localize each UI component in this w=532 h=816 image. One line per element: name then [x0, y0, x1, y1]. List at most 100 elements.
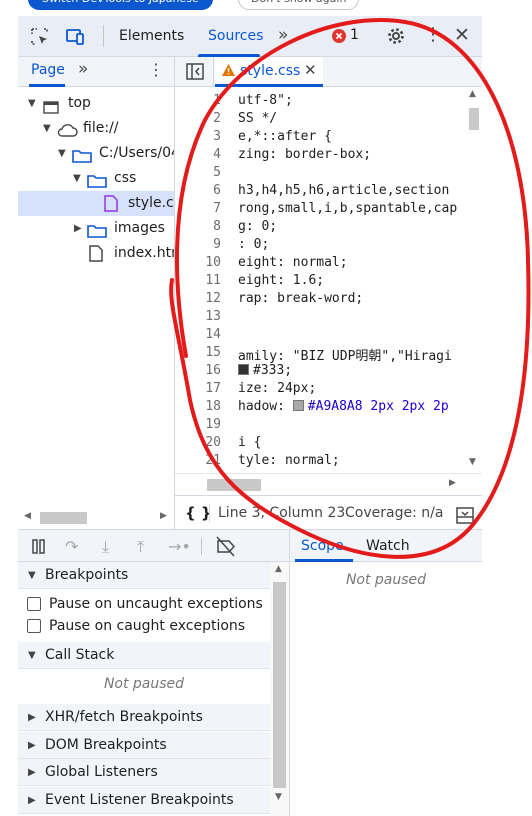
- collapsed-triangle-icon[interactable]: ▶: [28, 787, 36, 814]
- code-line[interactable]: utf-8";: [238, 93, 293, 108]
- line-number[interactable]: 1: [175, 93, 221, 108]
- close-devtools-icon[interactable]: ✕: [454, 24, 470, 46]
- error-count[interactable]: 1: [350, 27, 359, 43]
- pause-uncaught-option[interactable]: Pause on uncaught exceptions: [18, 593, 270, 615]
- expand-triangle-icon[interactable]: ▼: [73, 166, 81, 191]
- code-line[interactable]: SS */: [238, 111, 277, 126]
- code-line[interactable]: #333;: [238, 363, 292, 378]
- scroll-down-icon[interactable]: ▼: [469, 457, 476, 467]
- settings-gear-icon[interactable]: [386, 26, 406, 50]
- line-number[interactable]: 4: [175, 147, 221, 162]
- scroll-right-icon[interactable]: ▶: [449, 478, 456, 488]
- line-number[interactable]: 9: [175, 237, 221, 252]
- pause-caught-checkbox[interactable]: [27, 619, 41, 633]
- tree-item-top[interactable]: ▼ top: [18, 91, 174, 116]
- navigator-menu-icon[interactable]: ⋮: [148, 60, 164, 79]
- tree-item-style-css[interactable]: style.css: [18, 191, 174, 216]
- scroll-right-icon[interactable]: ▶: [160, 511, 167, 521]
- toggle-navigator-icon[interactable]: [186, 63, 204, 84]
- line-number[interactable]: 5: [175, 165, 221, 180]
- expand-triangle-icon[interactable]: ▼: [28, 642, 36, 669]
- code-line[interactable]: zing: border-box;: [238, 147, 371, 162]
- line-number[interactable]: 16: [175, 363, 221, 378]
- step-into-icon[interactable]: ⤓: [102, 530, 109, 563]
- dont-show-again-button[interactable]: Don't show again: [238, 0, 360, 10]
- pretty-print-icon[interactable]: { }: [185, 496, 212, 530]
- event-listener-breakpoints-section-header[interactable]: ▶ Event Listener Breakpoints: [18, 787, 270, 814]
- scroll-up-icon[interactable]: ▲: [275, 564, 282, 574]
- code-line[interactable]: tyle: normal;: [238, 453, 340, 468]
- code-line[interactable]: g: 0;: [238, 219, 277, 234]
- tab-style-css[interactable]: style.css ✕: [215, 57, 323, 87]
- line-number[interactable]: 12: [175, 291, 221, 306]
- scrollbar-thumb[interactable]: [207, 479, 261, 491]
- xhr-breakpoints-section-header[interactable]: ▶ XHR/fetch Breakpoints: [18, 704, 270, 731]
- tree-item-users-folder[interactable]: ▼ C:/Users/04: [18, 141, 174, 166]
- code-line[interactable]: : 0;: [238, 237, 269, 252]
- line-number[interactable]: 7: [175, 201, 221, 216]
- code-line[interactable]: rap: break-word;: [238, 291, 363, 306]
- code-editor[interactable]: 1 2 3 4 5 6 7 8 9 10 11 12 13 14 15 16 17 18 19 20 21 utf-8"…: [175, 87, 482, 473]
- line-number[interactable]: 21: [175, 453, 221, 468]
- step-out-icon[interactable]: ⤒: [137, 530, 144, 563]
- line-number[interactable]: 18: [175, 399, 221, 414]
- tab-sources[interactable]: Sources: [208, 16, 263, 57]
- more-options-icon[interactable]: ⋮: [424, 24, 442, 45]
- tab-watch[interactable]: Watch: [366, 530, 410, 562]
- deactivate-breakpoints-icon[interactable]: [215, 530, 237, 563]
- line-number[interactable]: 6: [175, 183, 221, 198]
- code-line[interactable]: amily: "BIZ UDP明朝","Hiragi: [238, 345, 452, 364]
- line-number[interactable]: 10: [175, 255, 221, 270]
- tree-item-images-folder[interactable]: ▶ images: [18, 216, 174, 241]
- error-icon[interactable]: [332, 29, 346, 43]
- tree-item-index-html[interactable]: index.html: [18, 241, 174, 266]
- step-over-icon[interactable]: ↷: [65, 530, 78, 563]
- inspect-element-icon[interactable]: [30, 27, 50, 51]
- navigator-horizontal-scrollbar[interactable]: ◀ ▶: [18, 507, 174, 529]
- line-number[interactable]: 17: [175, 381, 221, 396]
- code-line[interactable]: h3,h4,h5,h6,article,section: [238, 183, 449, 198]
- editor-vertical-scrollbar[interactable]: ▲ ▼: [465, 87, 482, 473]
- more-tabs-icon[interactable]: »: [278, 25, 288, 45]
- tree-item-file-protocol[interactable]: ▼ file://: [18, 116, 174, 141]
- dom-breakpoints-section-header[interactable]: ▶ DOM Breakpoints: [18, 732, 270, 759]
- scrollbar-thumb[interactable]: [469, 108, 479, 130]
- collapsed-triangle-icon[interactable]: ▶: [74, 216, 82, 241]
- collapsed-triangle-icon[interactable]: ▶: [28, 759, 36, 786]
- color-swatch[interactable]: [292, 400, 304, 411]
- breakpoints-section-header[interactable]: ▼ Breakpoints: [18, 562, 270, 589]
- line-number[interactable]: 20: [175, 435, 221, 450]
- code-line[interactable]: eight: normal;: [238, 255, 348, 270]
- scrollbar-thumb[interactable]: [273, 582, 286, 788]
- line-number[interactable]: 13: [175, 309, 221, 324]
- line-number[interactable]: 14: [175, 327, 221, 342]
- tab-elements[interactable]: Elements: [119, 16, 184, 57]
- call-stack-section-header[interactable]: ▼ Call Stack: [18, 642, 270, 669]
- line-number[interactable]: 11: [175, 273, 221, 288]
- expand-triangle-icon[interactable]: ▼: [58, 141, 66, 166]
- step-icon[interactable]: →•: [168, 530, 191, 563]
- code-line[interactable]: i {: [238, 435, 261, 450]
- line-number-gutter[interactable]: 1 2 3 4 5 6 7 8 9 10 11 12 13 14 15 16 17 18 19 20 21: [175, 87, 229, 473]
- color-swatch[interactable]: [238, 364, 249, 375]
- scrollbar-thumb[interactable]: [40, 512, 87, 524]
- expand-triangle-icon[interactable]: ▼: [28, 91, 36, 116]
- code-line[interactable]: eight: 1.6;: [238, 273, 324, 288]
- global-listeners-section-header[interactable]: ▶ Global Listeners: [18, 759, 270, 786]
- scroll-left-icon[interactable]: ◀: [24, 511, 31, 521]
- close-tab-icon[interactable]: ✕: [304, 61, 317, 79]
- tab-scope[interactable]: Scope: [301, 530, 344, 562]
- device-toolbar-icon[interactable]: [64, 27, 86, 51]
- scroll-up-icon[interactable]: ▲: [469, 89, 476, 99]
- code-line[interactable]: e,*::after {: [238, 129, 332, 144]
- line-number[interactable]: 2: [175, 111, 221, 126]
- line-number[interactable]: 8: [175, 219, 221, 234]
- debugger-vertical-scrollbar[interactable]: ▲ ▼: [270, 562, 289, 816]
- code-line[interactable]: ize: 24px;: [238, 381, 316, 396]
- pause-uncaught-checkbox[interactable]: [27, 597, 41, 611]
- switch-language-button[interactable]: Switch DevTools to Japanese: [28, 0, 213, 10]
- editor-horizontal-scrollbar[interactable]: ▶: [175, 473, 482, 495]
- expand-triangle-icon[interactable]: ▼: [43, 116, 51, 141]
- collapsed-triangle-icon[interactable]: ▶: [28, 704, 36, 731]
- tree-item-css-folder[interactable]: ▼ css: [18, 166, 174, 191]
